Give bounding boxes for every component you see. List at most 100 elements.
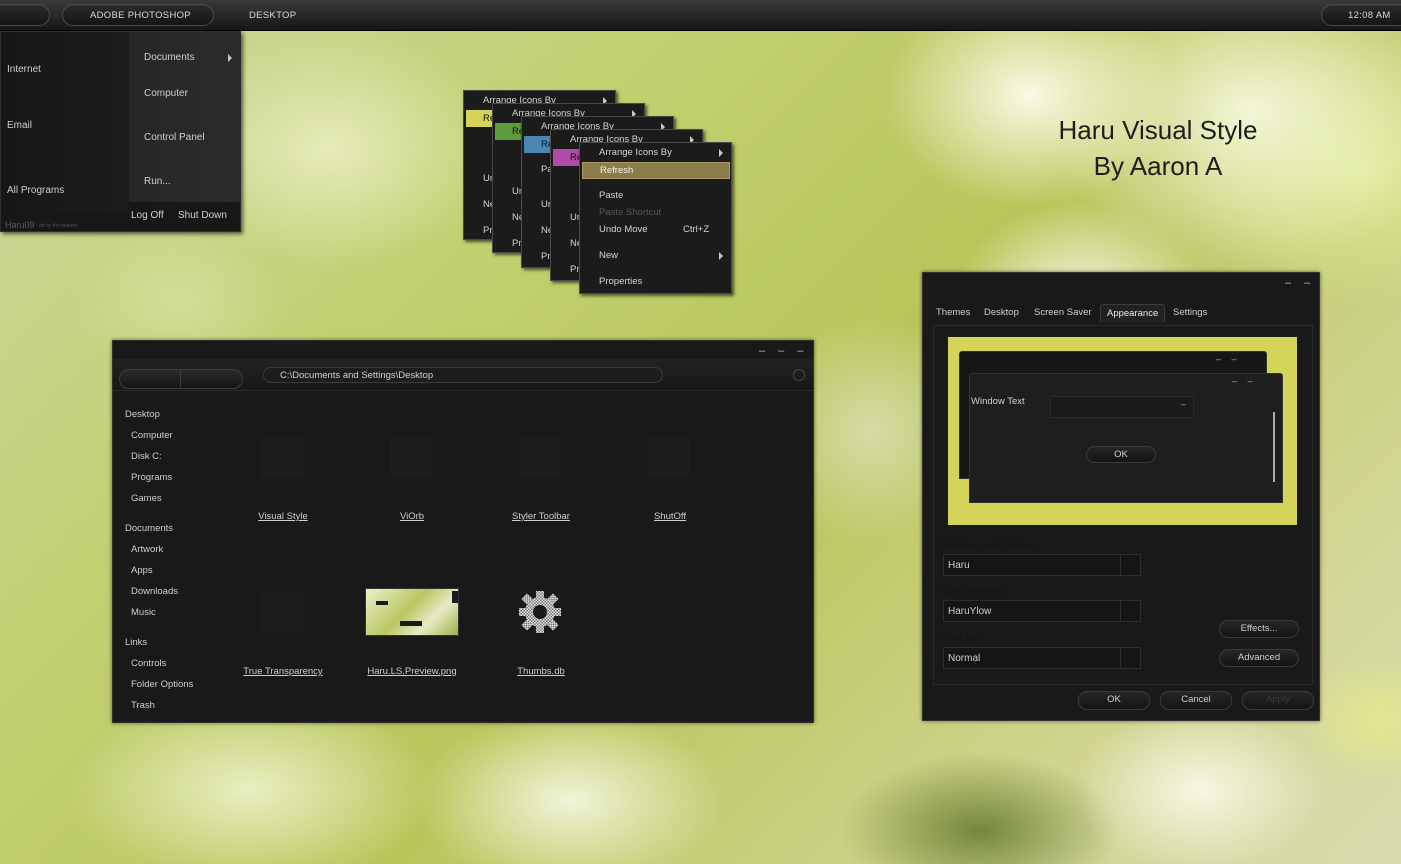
nav-item-apps[interactable]: Apps — [131, 565, 153, 576]
nav-item-music[interactable]: Music — [131, 607, 156, 618]
nav-item-trash[interactable]: Trash — [131, 700, 155, 711]
preview-scrollbar — [1273, 412, 1275, 482]
start-item-run[interactable]: Run... — [144, 176, 171, 187]
watermark-text: Haru Visual Style By Aaron A — [1040, 112, 1276, 184]
apply-button[interactable]: Apply — [1242, 691, 1314, 710]
log-off-button[interactable]: Log Off — [131, 210, 164, 221]
gear-icon[interactable] — [516, 589, 564, 635]
preview-controls: – – — [1216, 354, 1241, 364]
address-bar[interactable]: C:\Documents and Settings\Desktop — [263, 367, 663, 383]
menu-item-properties[interactable]: Properties — [599, 276, 642, 287]
tab-screen-saver[interactable]: Screen Saver — [1034, 307, 1092, 318]
file-label-shutoff[interactable]: ShutOff — [610, 511, 730, 522]
start-item-computer[interactable]: Computer — [144, 88, 188, 99]
cancel-button-label: Cancel — [1181, 694, 1211, 705]
effects-button-label: Effects... — [1240, 623, 1278, 634]
file-icon[interactable] — [390, 437, 432, 477]
nav-buttons — [119, 369, 243, 389]
preview-controls: – – — [1232, 376, 1257, 386]
start-menu-brand: Haru09 — [5, 220, 35, 230]
color-scheme-select[interactable]: HaruYlow — [943, 600, 1141, 622]
file-label-thumbs-db[interactable]: Thumbs.db — [481, 666, 601, 677]
menu-item-new[interactable]: New — [599, 250, 618, 261]
menu-item-paste[interactable]: Paste — [599, 190, 623, 201]
ok-button[interactable]: OK — [1078, 691, 1150, 710]
clock-area[interactable]: 12:08 AM — [1321, 4, 1401, 26]
nav-item-computer[interactable]: Computer — [131, 430, 173, 441]
menu-item-refresh-label: Refresh — [600, 165, 634, 176]
preview-ok-label: OK — [1114, 449, 1128, 460]
effects-button[interactable]: Effects... — [1219, 620, 1299, 638]
file-label-visual-style[interactable]: Visual Style — [223, 511, 343, 522]
nav-item-links[interactable]: Links — [125, 637, 147, 648]
watermark-line-1: Haru Visual Style — [1058, 115, 1258, 145]
file-icon[interactable] — [261, 437, 303, 477]
file-icon[interactable] — [519, 437, 561, 477]
file-label-styler-toolbar[interactable]: Styler Toolbar — [481, 511, 601, 522]
menu-item-arrange[interactable]: Arrange Icons By — [599, 147, 672, 158]
forward-button[interactable] — [181, 370, 242, 388]
shut-down-button[interactable]: Shut Down — [178, 210, 227, 221]
start-button[interactable] — [0, 4, 50, 26]
menu-item-refresh[interactable]: Refresh — [582, 162, 730, 179]
search-icon[interactable] — [793, 369, 805, 381]
nav-item-downloads[interactable]: Downloads — [131, 586, 178, 597]
advanced-button-label: Advanced — [1237, 652, 1281, 663]
color-scheme-label: Color scheme: — [943, 586, 1005, 597]
nav-item-controls[interactable]: Controls — [131, 658, 166, 669]
start-item-control-panel[interactable]: Control Panel — [144, 132, 205, 143]
apply-button-label: Apply — [1266, 694, 1290, 705]
file-icon[interactable] — [261, 591, 303, 631]
dropdown-arrow-icon[interactable] — [1120, 555, 1140, 575]
tab-desktop[interactable]: Desktop — [984, 307, 1019, 318]
file-label-viorb[interactable]: ViOrb — [352, 511, 472, 522]
preview-window-text: Window Text — [971, 396, 1025, 407]
tab-appearance[interactable]: Appearance — [1100, 304, 1166, 322]
start-item-documents[interactable]: Documents — [144, 52, 195, 63]
font-size-label: Font size: — [943, 633, 985, 644]
file-label-true-transparency[interactable]: True Transparency — [223, 666, 343, 677]
taskbar: Adobe Photoshop Desktop 12:08 AM — [0, 0, 1401, 31]
window-controls[interactable]: – – – — [759, 345, 808, 357]
thumbnail-detail — [376, 601, 388, 605]
taskbar-button-label: Adobe Photoshop — [90, 10, 191, 21]
font-size-select[interactable]: Normal — [943, 647, 1141, 669]
nav-item-documents[interactable]: Documents — [125, 523, 173, 534]
windows-buttons-select[interactable]: Haru — [943, 554, 1141, 576]
nav-item-disk-c[interactable]: Disk C: — [131, 451, 162, 462]
dropdown-arrow-icon[interactable] — [1120, 648, 1140, 668]
taskbar-button-photoshop[interactable]: Adobe Photoshop — [62, 4, 214, 26]
file-icon[interactable] — [648, 437, 690, 477]
cancel-button[interactable]: Cancel — [1160, 691, 1232, 710]
menu-item-paste-shortcut: Paste Shortcut — [599, 207, 662, 218]
back-button[interactable] — [120, 370, 180, 388]
submenu-arrow-icon — [719, 252, 723, 260]
start-item-internet[interactable]: Internet — [7, 64, 41, 75]
nav-item-desktop[interactable]: Desktop — [125, 409, 160, 420]
nav-item-artwork[interactable]: Artwork — [131, 544, 163, 555]
submenu-arrow-icon — [228, 54, 232, 62]
start-item-all-programs[interactable]: All Programs — [7, 185, 64, 196]
clock: 12:08 AM — [1348, 10, 1391, 21]
context-menu-front: Arrange Icons By Refresh Paste Paste Sho… — [579, 142, 732, 294]
tab-settings[interactable]: Settings — [1173, 307, 1207, 318]
preview-active-window: – – Window Text – OK — [969, 373, 1283, 503]
menu-item-undo-move[interactable]: Undo Move — [599, 224, 648, 235]
desktop-toolbar-label[interactable]: Desktop — [249, 10, 296, 21]
dropdown-arrow-icon[interactable] — [1120, 601, 1140, 621]
image-thumbnail[interactable] — [365, 588, 459, 636]
nav-item-programs[interactable]: Programs — [131, 472, 172, 483]
nav-item-games[interactable]: Games — [131, 493, 162, 504]
windows-buttons-value: Haru — [948, 560, 970, 571]
address-text: C:\Documents and Settings\Desktop — [280, 370, 434, 381]
window-controls[interactable]: – – — [1285, 277, 1315, 289]
file-label-preview-png[interactable]: Haru.LS.Preview.png — [352, 666, 472, 677]
tab-themes[interactable]: Themes — [936, 307, 970, 318]
start-item-email[interactable]: Email — [7, 120, 32, 131]
thumbnail-detail — [452, 591, 458, 603]
explorer-window: – – – C:\Documents and Settings\Desktop … — [112, 340, 814, 723]
submenu-arrow-icon — [719, 149, 723, 157]
advanced-button[interactable]: Advanced — [1219, 649, 1299, 667]
nav-item-folder-options[interactable]: Folder Options — [131, 679, 193, 690]
preview-field-control: – — [1181, 399, 1187, 409]
